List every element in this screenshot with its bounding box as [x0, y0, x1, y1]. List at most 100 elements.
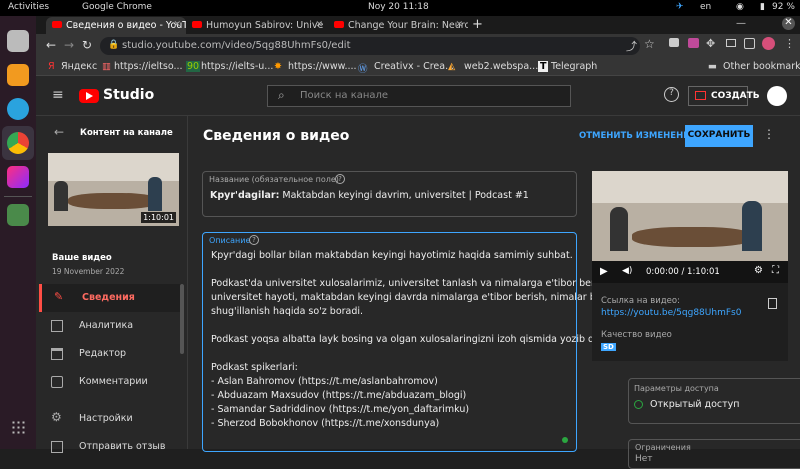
sidebar-item-editor[interactable]: Редактор [39, 340, 184, 368]
menu-kebab-icon[interactable]: ⋮ [784, 37, 795, 50]
channel-content-link[interactable]: Контент на канале [80, 128, 173, 138]
editor-icon [51, 348, 63, 360]
bookmark-item[interactable]: Creativx - Crea... [374, 61, 454, 72]
sidebar-item-label: Настройки [79, 413, 133, 424]
video-thumbnail[interactable]: 1:10:01 [48, 153, 179, 226]
more-options-icon[interactable]: ⋮ [763, 127, 775, 141]
video-camera-icon [695, 91, 706, 100]
window-close-icon[interactable]: ✕ [782, 17, 795, 30]
phpstorm-icon[interactable] [7, 166, 29, 188]
play-icon[interactable]: ▶ [600, 266, 608, 277]
description-line: universitet hayoti, maktabdan keyingi da… [211, 292, 613, 303]
tab-change-your-brain[interactable]: Change Your Brain: Neuro ✕ [328, 17, 468, 34]
other-bookmarks[interactable]: Other bookmarks [723, 61, 800, 72]
sidebar-item-details[interactable]: ✎ Сведения [39, 284, 184, 312]
video-link[interactable]: https://youtu.be/5qg88UhmFs0 [601, 308, 741, 318]
save-button[interactable]: СОХРАНИТЬ [685, 125, 753, 147]
create-label: СОЗДАТЬ [711, 91, 760, 101]
bookmark-item[interactable]: web2.webspa... [464, 61, 538, 72]
sidebar-toggle-icon[interactable] [726, 39, 736, 47]
thumbnail-wall [48, 153, 179, 181]
sidebar-item-comments[interactable]: Комментарии [39, 368, 184, 396]
volume-icon[interactable]: ◀) [622, 266, 632, 276]
channel-avatar[interactable] [767, 86, 787, 106]
close-icon[interactable]: ✕ [315, 20, 323, 30]
url-input[interactable]: 🔒 studio.youtube.com/video/5qg88UhmFs0/e… [100, 37, 640, 55]
undo-changes-button[interactable]: ОТМЕНИТЬ ИЗМЕНЕНИЯ [579, 131, 697, 141]
bookmark-item[interactable]: https://www.... [288, 61, 357, 72]
create-button[interactable]: СОЗДАТЬ [688, 86, 760, 106]
star-icon[interactable]: ☆ [644, 37, 655, 51]
activities-button[interactable]: Activities [8, 2, 49, 12]
keyboard-layout[interactable]: en [700, 2, 711, 12]
frame-wall [592, 171, 788, 203]
back-arrow-icon[interactable]: ← [54, 125, 64, 139]
sublime-icon[interactable] [7, 64, 29, 86]
bookmark-item[interactable]: Яндекс [61, 61, 97, 72]
telegram-icon[interactable] [7, 98, 29, 120]
close-icon[interactable]: ✕ [455, 20, 463, 30]
copy-icon[interactable] [768, 298, 777, 309]
telegram-tray-icon[interactable]: ✈ [676, 2, 684, 12]
tab-studio[interactable]: Сведения о видео - YouT ✕ [46, 17, 186, 34]
bookmark-item[interactable]: https://ielts-u... [201, 61, 273, 72]
bookmark-item[interactable]: https://ieltso... [114, 61, 183, 72]
new-tab-button[interactable]: + [472, 17, 483, 32]
show-apps-icon[interactable] [11, 420, 25, 434]
sidebar-item-feedback[interactable]: Отправить отзыв [39, 433, 184, 461]
player-controls: ▶ ◀) 0:00:00 / 1:10:01 ⚙ ⛶ [592, 261, 788, 283]
video-preview: ▶ ◀) 0:00:00 / 1:10:01 ⚙ ⛶ [592, 171, 788, 283]
restrictions-field[interactable]: Ограничения Нет [628, 439, 800, 469]
tab-humoyun[interactable]: Humoyun Sabirov: Unive ✕ [186, 17, 328, 34]
comments-icon [51, 376, 63, 388]
access-value: Открытый доступ [650, 399, 740, 410]
description-line: Kрyr'dagi bollar bilan maktabdan keyingi… [211, 250, 573, 261]
puzzle-icon[interactable]: ✥ [706, 37, 715, 50]
youtube-logo-icon[interactable] [79, 89, 99, 103]
camera-extension-icon[interactable] [669, 38, 679, 47]
clock[interactable]: Noy 20 11:18 [368, 2, 429, 12]
help-icon[interactable]: ? [249, 235, 259, 245]
reload-icon[interactable]: ↻ [82, 38, 92, 52]
access-dropdown-content[interactable]: Параметры доступа Открытый доступ ▼ [628, 378, 800, 424]
chrome-icon[interactable] [7, 132, 29, 154]
files-icon[interactable] [7, 30, 29, 52]
bookmark-favicon: ✸ [274, 61, 282, 72]
tab-strip: Сведения о видео - YouT ✕ Humoyun Sabiro… [36, 16, 800, 34]
help-icon[interactable]: ? [335, 174, 345, 184]
battery-icon[interactable]: ▮ [760, 2, 765, 12]
folder-icon: ▬ [708, 61, 717, 72]
minimize-icon[interactable]: — [736, 18, 746, 29]
title-field[interactable]: Название (обязательное поле) ? Kрyr'dagi… [202, 171, 577, 217]
description-line: Podkast yoqsa albatta layk bosing va olg… [211, 334, 633, 345]
trash-icon[interactable] [7, 204, 29, 226]
tab-search-icon[interactable] [744, 38, 755, 49]
sidebar-scrollbar[interactable] [180, 284, 184, 354]
close-icon[interactable]: ✕ [173, 20, 181, 30]
bookmark-item[interactable]: Telegraph [551, 61, 597, 72]
settings-gear-icon[interactable]: ⚙ [754, 265, 763, 276]
description-field[interactable]: Описание ? Kрyr'dagi bollar bilan maktab… [202, 232, 641, 452]
video-info-box: Ссылка на видео: https://youtu.be/5qg88U… [592, 283, 788, 361]
sidebar-item-settings[interactable]: ⚙ Настройки [39, 405, 184, 433]
channel-search-input[interactable]: ⌕ Поиск на канале [267, 85, 571, 107]
tab-label: Change Your Brain: Neuro [348, 20, 468, 31]
sidebar-item-label: Сведения [82, 292, 135, 303]
sidebar-item-analytics[interactable]: Аналитика [39, 312, 184, 340]
fullscreen-icon[interactable]: ⛶ [772, 265, 779, 276]
back-arrow-icon[interactable]: ← [46, 38, 56, 52]
pencil-icon: ✎ [54, 290, 64, 303]
tab-label: Сведения о видео - YouT [66, 20, 186, 31]
help-icon[interactable]: ? [664, 87, 679, 102]
forward-arrow-icon[interactable]: → [64, 38, 74, 52]
wordpress-favicon: Ⓦ [358, 64, 368, 75]
player-frame[interactable] [592, 171, 788, 261]
hamburger-menu-icon[interactable]: ≡ [52, 87, 64, 103]
wifi-icon[interactable]: ◉ [736, 2, 744, 12]
lock-icon[interactable]: 🔒 [108, 40, 119, 50]
profile-avatar[interactable] [762, 37, 775, 50]
share-icon[interactable]: ⤴ [626, 38, 637, 54]
extension-icon[interactable] [688, 38, 699, 48]
frame-person [610, 207, 628, 251]
studio-logo-text[interactable]: Studio [103, 87, 154, 103]
